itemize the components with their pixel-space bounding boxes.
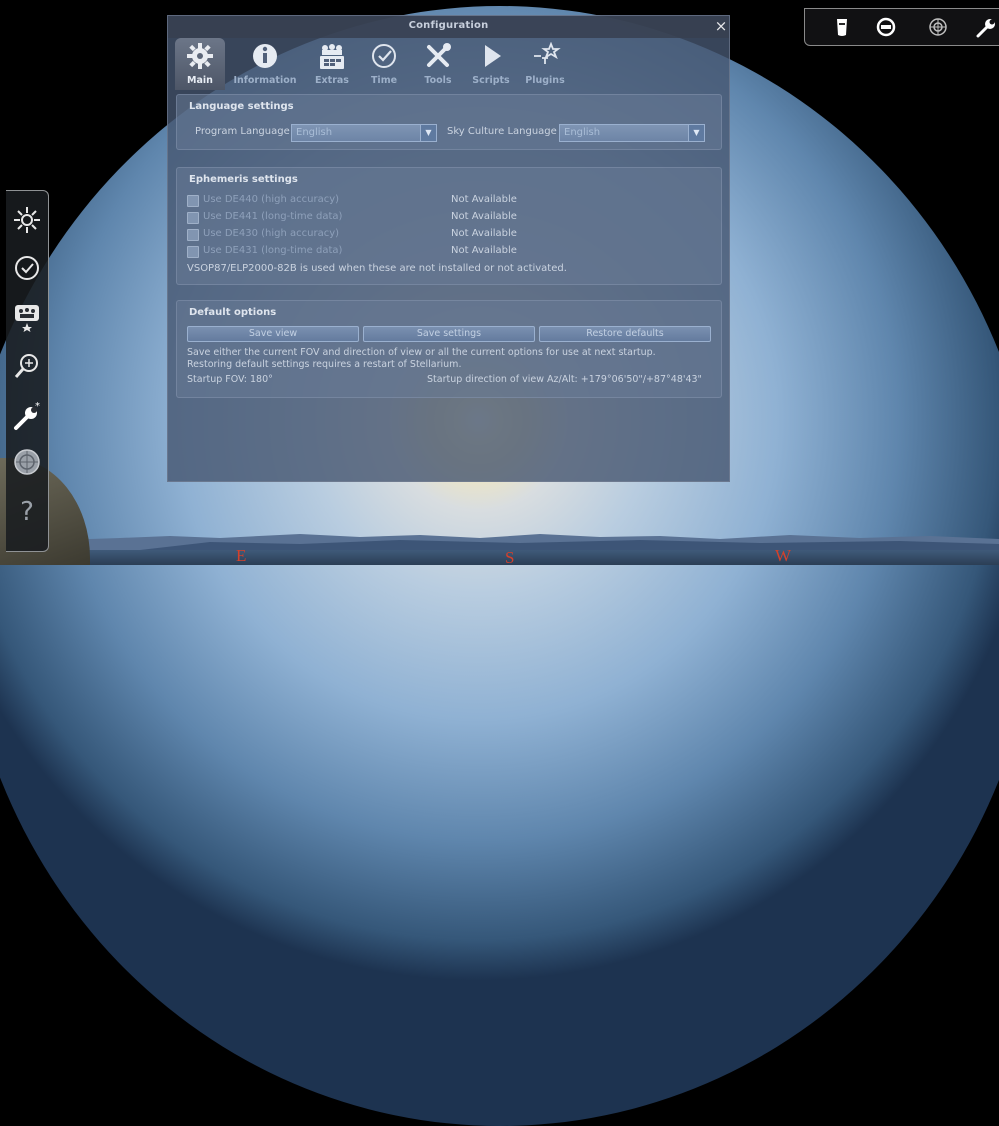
tab-extras-label: Extras bbox=[315, 75, 349, 86]
sky-culture-language-select[interactable]: English ▼ bbox=[559, 124, 705, 142]
help-button[interactable]: ? bbox=[12, 497, 42, 527]
sky-view-icon bbox=[15, 305, 39, 332]
program-language-label: Program Language bbox=[195, 126, 290, 137]
save-view-button[interactable]: Save view bbox=[187, 326, 359, 342]
language-settings-group: Language settings Program Language Engli… bbox=[176, 94, 722, 150]
tab-main[interactable]: Main bbox=[175, 38, 225, 90]
left-toolbar: * ? bbox=[6, 190, 49, 552]
tab-bar: Main Information Extras Time Tools Scrip… bbox=[168, 38, 729, 92]
startup-fov: Startup FOV: 180° bbox=[187, 374, 273, 385]
program-language-select[interactable]: English ▼ bbox=[291, 124, 437, 142]
configuration-window: Configuration × Main Information Extras … bbox=[167, 15, 730, 482]
tab-information[interactable]: Information bbox=[230, 38, 300, 90]
configuration-icon: * bbox=[14, 401, 40, 430]
location-window-button[interactable] bbox=[12, 205, 42, 235]
night-mode-icon bbox=[876, 17, 896, 37]
de431-label: Use DE431 (long-time data) bbox=[203, 245, 343, 256]
flashlight-icon bbox=[837, 19, 847, 36]
defaults-description-line1: Save either the current FOV and directio… bbox=[187, 347, 656, 358]
clock-icon bbox=[372, 44, 396, 68]
de441-status: Not Available bbox=[451, 211, 517, 222]
chevron-down-icon: ▼ bbox=[420, 125, 436, 141]
sky-location-icon bbox=[14, 207, 40, 233]
window-titlebar[interactable]: Configuration × bbox=[168, 16, 729, 38]
wrench-icon bbox=[976, 19, 995, 38]
svg-text:*: * bbox=[35, 401, 40, 412]
de430-status: Not Available bbox=[451, 228, 517, 239]
language-settings-title: Language settings bbox=[189, 101, 294, 112]
cardinal-south: S bbox=[505, 548, 515, 567]
top-right-toolbar bbox=[804, 8, 999, 46]
de430-label: Use DE430 (high accuracy) bbox=[203, 228, 340, 239]
defaults-description-line2: Restoring default settings requires a re… bbox=[187, 359, 462, 370]
astro-calc-icon bbox=[14, 449, 40, 475]
tab-scripts[interactable]: Scripts bbox=[468, 38, 514, 90]
de441-label: Use DE441 (long-time data) bbox=[203, 211, 343, 222]
tab-tools-label: Tools bbox=[424, 75, 452, 86]
de441-checkbox[interactable] bbox=[187, 212, 199, 224]
search-button[interactable] bbox=[12, 351, 42, 381]
ephemeris-note: VSOP87/ELP2000-82B is used when these ar… bbox=[187, 263, 567, 274]
gear-icon bbox=[187, 43, 213, 69]
save-settings-button[interactable]: Save settings bbox=[363, 326, 535, 342]
program-language-value: English bbox=[296, 127, 333, 138]
window-title: Configuration bbox=[408, 20, 489, 31]
settings-button[interactable] bbox=[975, 16, 997, 38]
sky-culture-language-value: English bbox=[564, 127, 601, 138]
tab-extras[interactable]: Extras bbox=[308, 38, 356, 90]
default-options-group: Default options Save view Save settings … bbox=[176, 300, 722, 398]
flashlight-button[interactable] bbox=[831, 16, 853, 38]
restore-defaults-button[interactable]: Restore defaults bbox=[539, 326, 711, 342]
de431-checkbox[interactable] bbox=[187, 246, 199, 258]
configuration-button[interactable]: * bbox=[12, 401, 42, 431]
de440-label: Use DE440 (high accuracy) bbox=[203, 194, 340, 205]
info-icon bbox=[253, 44, 277, 68]
cardinal-west: W bbox=[775, 546, 792, 565]
sky-view-button[interactable] bbox=[12, 299, 42, 335]
astronomical-calculations-button[interactable] bbox=[12, 447, 42, 477]
tab-information-label: Information bbox=[233, 75, 297, 86]
date-time-button[interactable] bbox=[12, 253, 42, 283]
ephemeris-settings-group: Ephemeris settings Use DE440 (high accur… bbox=[176, 167, 722, 285]
plugins-icon bbox=[534, 42, 561, 64]
startup-direction: Startup direction of view Az/Alt: +179°0… bbox=[427, 374, 702, 385]
tools-icon bbox=[427, 43, 451, 67]
date-time-icon bbox=[15, 256, 39, 280]
default-options-title: Default options bbox=[189, 307, 277, 318]
night-mode-button[interactable] bbox=[875, 16, 897, 38]
extras-icon bbox=[320, 44, 344, 69]
fullscreen-button[interactable] bbox=[927, 16, 949, 38]
close-button[interactable]: × bbox=[713, 17, 729, 35]
cardinal-east: E bbox=[236, 546, 247, 565]
tab-time-label: Time bbox=[370, 75, 398, 86]
sky-culture-language-label: Sky Culture Language bbox=[447, 126, 557, 137]
ephemeris-settings-title: Ephemeris settings bbox=[189, 174, 298, 185]
de431-status: Not Available bbox=[451, 245, 517, 256]
de440-checkbox[interactable] bbox=[187, 195, 199, 207]
tab-time[interactable]: Time bbox=[364, 38, 404, 90]
tab-scripts-label: Scripts bbox=[472, 75, 510, 86]
de430-checkbox[interactable] bbox=[187, 229, 199, 241]
tab-plugins[interactable]: Plugins bbox=[520, 38, 570, 90]
tab-plugins-label: Plugins bbox=[525, 75, 565, 86]
search-icon bbox=[14, 354, 38, 378]
chevron-down-icon: ▼ bbox=[688, 125, 704, 141]
help-icon: ? bbox=[20, 497, 34, 527]
tab-tools[interactable]: Tools bbox=[416, 38, 460, 90]
fullscreen-icon bbox=[929, 18, 947, 36]
play-icon bbox=[485, 45, 501, 67]
distant-mountains bbox=[0, 534, 999, 550]
de440-status: Not Available bbox=[451, 194, 517, 205]
tab-main-label: Main bbox=[187, 75, 213, 86]
